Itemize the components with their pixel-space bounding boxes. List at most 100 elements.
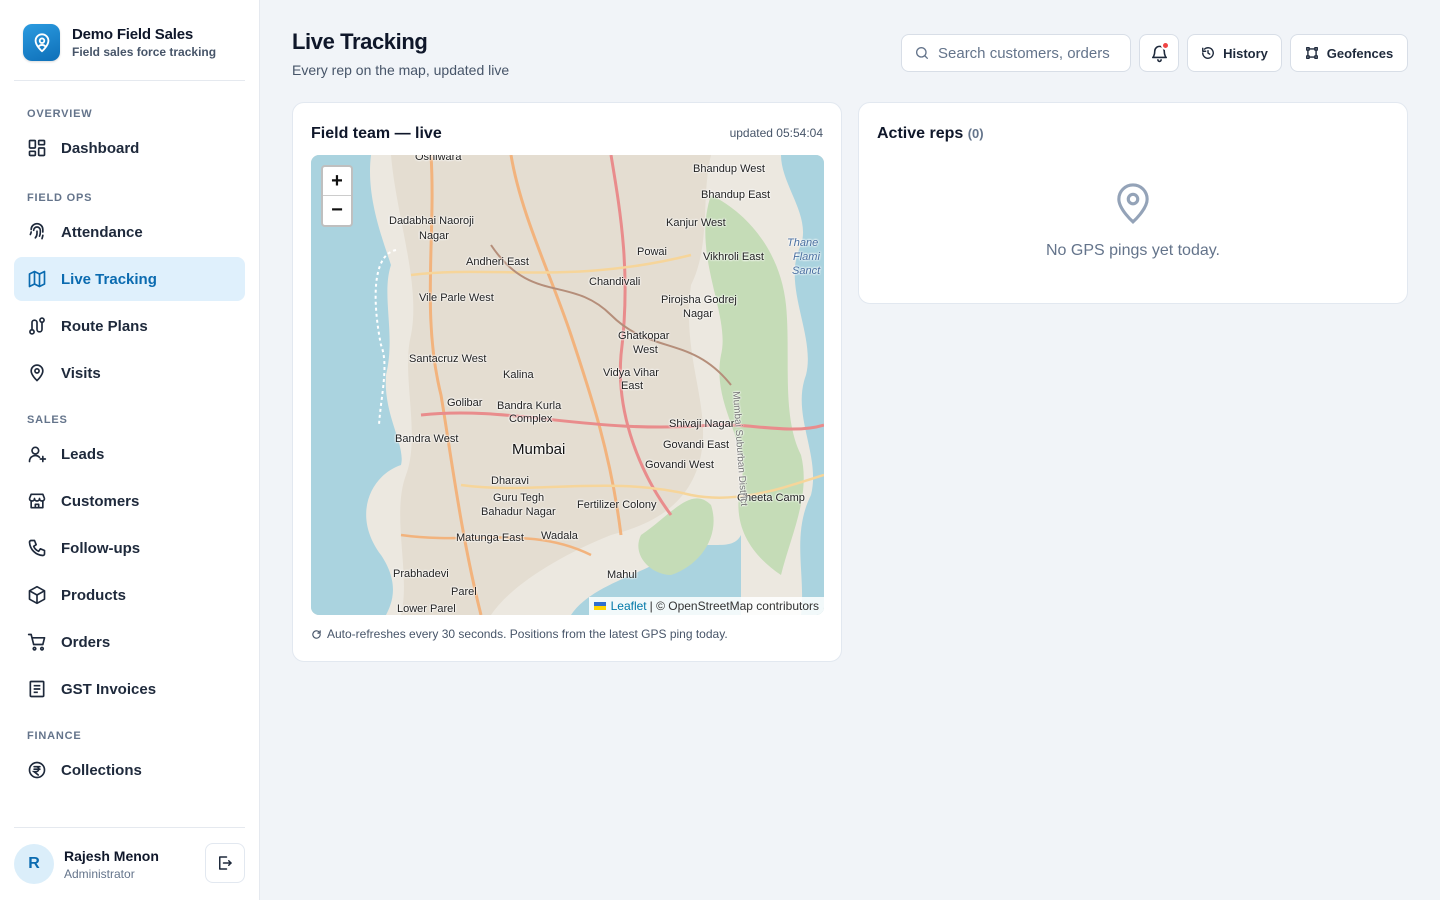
sidebar-item-products[interactable]: Products: [14, 573, 245, 617]
cart-icon: [27, 633, 46, 651]
refresh-note-text: Auto-refreshes every 30 seconds. Positio…: [327, 627, 728, 641]
empty-state-map-pin-icon: [1114, 181, 1152, 230]
leaflet-link[interactable]: Leaflet: [611, 599, 647, 613]
sidebar-item-label: Leads: [61, 445, 105, 463]
map-label: Bhandup East: [701, 189, 771, 201]
brand[interactable]: Demo Field Sales Field sales force track…: [14, 16, 245, 81]
map-label: Dadabhai Naoroji: [389, 215, 474, 227]
map-label: Lower Parel: [397, 603, 456, 615]
map-label: Complex: [509, 413, 553, 425]
user-name: Rajesh Menon: [64, 847, 159, 864]
user-role: Administrator: [64, 866, 135, 881]
history-label: History: [1223, 45, 1268, 61]
sidebar-item-label: Attendance: [61, 223, 143, 241]
geofences-label: Geofences: [1326, 45, 1394, 61]
active-reps-title: Active reps (0): [877, 125, 984, 143]
map-label: Santacruz West: [409, 353, 487, 365]
map-label: Mahul: [607, 569, 637, 581]
rupee-icon: [28, 761, 46, 779]
map-label: Sanct: [792, 265, 821, 277]
map-label: Pirojsha Godrej: [661, 294, 737, 306]
store-icon: [28, 493, 46, 509]
map-label: Wadala: [541, 530, 578, 542]
sidebar-item-label: Customers: [61, 492, 140, 510]
user-bar: R Rajesh Menon Administrator: [14, 827, 245, 900]
search-box[interactable]: [901, 34, 1131, 72]
sidebar-nav: OVERVIEW Dashboard FIELD OPS Attendance …: [14, 96, 245, 818]
sidebar-item-attendance[interactable]: Attendance: [14, 210, 245, 254]
map-label: Guru Tegh: [493, 492, 545, 504]
map-label: Govandi East: [663, 439, 730, 451]
zoom-control: + −: [321, 165, 353, 227]
logout-icon: [219, 856, 232, 870]
map-label: Thane: [787, 237, 819, 249]
active-reps-card: Active reps (0) No GPS pings yet today.: [858, 102, 1408, 304]
empty-state-text: No GPS pings yet today.: [1045, 242, 1220, 259]
map-label: Flami: [793, 251, 820, 263]
phone-icon: [28, 539, 46, 557]
active-reps-count: (0): [967, 126, 984, 141]
map-label: Nagar: [683, 308, 713, 320]
sidebar-item-label: Follow-ups: [61, 539, 141, 557]
notifications-button[interactable]: [1139, 34, 1179, 72]
avatar[interactable]: R: [14, 844, 54, 884]
geofences-button[interactable]: Geofences: [1290, 34, 1408, 72]
route-icon: [29, 317, 45, 335]
sidebar-item-customers[interactable]: Customers: [14, 479, 245, 523]
map-card: Field team — live updated 05:54:04 Oshiw…: [292, 102, 842, 662]
dashboard-icon: [28, 139, 46, 157]
active-reps-label: Active reps: [877, 125, 964, 142]
map-icon: [28, 270, 46, 288]
map-card-title: Field team — live: [311, 125, 442, 142]
sidebar-item-follow-ups[interactable]: Follow-ups: [14, 526, 245, 570]
search-input[interactable]: [938, 44, 1123, 62]
sidebar-item-dashboard[interactable]: Dashboard: [14, 126, 245, 170]
sidebar-item-label: Products: [61, 586, 127, 604]
section-label-finance: FINANCE: [27, 730, 82, 742]
live-map[interactable]: Oshiwara Bhandup West Bhandup East Dadab…: [311, 155, 824, 615]
brand-subtitle: Field sales force tracking: [72, 45, 217, 59]
search-icon: [916, 47, 928, 59]
refresh-icon: [312, 629, 321, 639]
map-label: Shivaji Nagar: [669, 418, 735, 430]
map-label: Parel: [451, 586, 477, 598]
map-label: Kalina: [503, 369, 534, 381]
sidebar-item-leads[interactable]: Leads: [14, 432, 245, 476]
map-label: Vidya Vihar: [603, 367, 659, 379]
map-label: Prabhadevi: [393, 568, 449, 580]
brand-logo-icon: [23, 24, 60, 61]
map-label: Govandi West: [645, 459, 714, 471]
map-label: Nagar: [419, 230, 449, 242]
sidebar-item-visits[interactable]: Visits: [14, 351, 245, 395]
updated-timestamp: updated 05:54:04: [729, 126, 823, 140]
map-label: Vikhroli East: [703, 251, 764, 263]
section-label-sales: SALES: [27, 414, 68, 426]
sidebar-item-route-plans[interactable]: Route Plans: [14, 304, 245, 348]
zoom-in-button[interactable]: +: [323, 167, 351, 196]
sidebar-item-label: Visits: [61, 364, 101, 382]
page-title: Live Tracking: [292, 29, 428, 54]
sidebar-item-live-tracking[interactable]: Live Tracking: [14, 257, 245, 301]
notification-dot: [1161, 41, 1170, 50]
fingerprint-icon: [29, 222, 44, 240]
page-subtitle: Every rep on the map, updated live: [292, 62, 510, 78]
map-label: Mumbai: [512, 441, 566, 458]
logout-button[interactable]: [205, 843, 245, 883]
sidebar-item-label: GST Invoices: [61, 680, 157, 698]
map-label: West: [633, 344, 658, 356]
history-button[interactable]: History: [1187, 34, 1282, 72]
sidebar-item-collections[interactable]: Collections: [14, 748, 245, 792]
sidebar-item-label: Orders: [61, 633, 111, 651]
sidebar-item-gst-invoices[interactable]: GST Invoices: [14, 667, 245, 711]
map-label: Bhandup West: [693, 163, 765, 175]
zoom-out-button[interactable]: −: [323, 196, 351, 225]
map-label: East: [621, 380, 644, 392]
map-label: Bahadur Nagar: [481, 506, 556, 518]
map-pin-icon: [30, 364, 44, 382]
map-label: Ghatkopar: [618, 330, 670, 342]
map-label: Andheri East: [466, 256, 529, 268]
sidebar-item-orders[interactable]: Orders: [14, 620, 245, 664]
map-label: Bandra West: [395, 433, 459, 445]
brand-title: Demo Field Sales: [72, 26, 194, 43]
invoice-icon: [29, 680, 45, 698]
